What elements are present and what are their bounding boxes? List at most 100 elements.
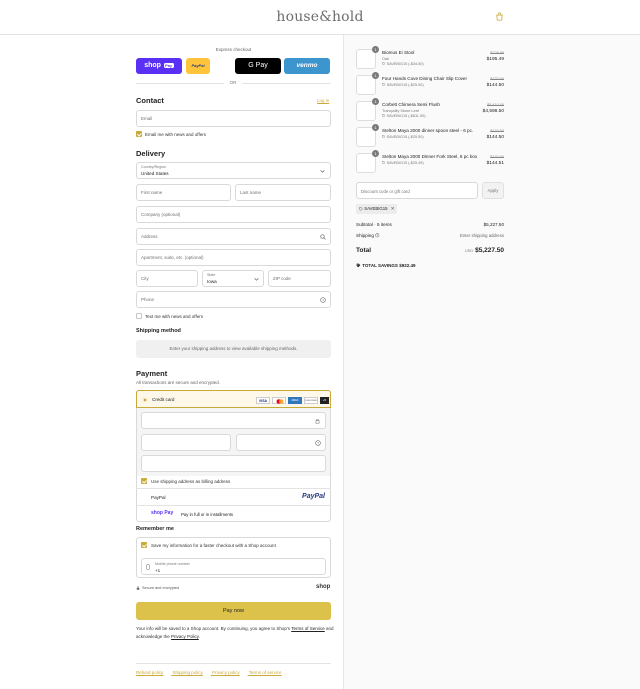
- shopping-bag-icon[interactable]: [495, 12, 504, 21]
- tag-icon: [382, 160, 386, 164]
- product-discount-text: SAVEBIG15 (-$25.49): [386, 160, 424, 165]
- security-code-field[interactable]: ?: [236, 434, 326, 451]
- shipping-policy-link[interactable]: Shipping policy: [173, 670, 203, 675]
- quantity-badge: 1: [372, 46, 379, 53]
- city-field[interactable]: City: [136, 270, 198, 287]
- phone-placeholder: Phone: [141, 297, 155, 302]
- paypal-option[interactable]: PayPal PayPal: [136, 488, 331, 505]
- remove-discount-icon[interactable]: ✕: [391, 206, 395, 211]
- product-discount: SAVEBIG15 (-$25.49): [382, 161, 424, 165]
- legal-text: Your info will be saved to a Shop accoun…: [136, 625, 336, 641]
- expiration-date-field[interactable]: [141, 434, 231, 451]
- original-price: $170.00: [490, 129, 504, 133]
- address-placeholder: Address: [141, 234, 158, 239]
- product-discount-text: SAVEBIG15 (-$811.50): [386, 114, 426, 118]
- shop-pay-option[interactable]: shop Pay Pay in full or in installments: [136, 505, 331, 522]
- zip-placeholder: ZIP code: [273, 276, 291, 281]
- svg-text:?: ?: [317, 441, 319, 445]
- help-icon[interactable]: ?: [320, 297, 326, 303]
- payment-subtitle: All transactions are secure and encrypte…: [136, 380, 221, 385]
- discounted-price: $144.50: [486, 134, 504, 140]
- save-info-checkbox[interactable]: [141, 542, 147, 548]
- discount-code-field[interactable]: Discount code or gift card: [356, 182, 478, 199]
- product-name: Four Hands Cove Dining Chair Slip Cover: [382, 76, 468, 81]
- product-discount-text: SAVEBIG15 (-$25.50): [386, 82, 424, 87]
- first-name-placeholder: First name: [141, 190, 163, 195]
- help-icon[interactable]: ?: [315, 440, 321, 446]
- discount-code-placeholder: Discount code or gift card: [361, 188, 410, 194]
- privacy-policy-footer-link[interactable]: Privacy policy: [212, 670, 240, 675]
- discounted-price: $144.50: [486, 82, 504, 88]
- secure-encrypted-text: Secure and encrypted: [142, 586, 180, 590]
- credit-card-label: Credit card: [152, 397, 175, 402]
- email-field[interactable]: Email: [136, 110, 331, 127]
- credit-card-option[interactable]: Credit card VISA AMEX DISCOVER +5: [136, 390, 331, 408]
- shipping-method-placeholder-box: Enter your shipping address to view avai…: [136, 340, 331, 358]
- google-pay-express-button[interactable]: G Pay: [235, 58, 281, 74]
- footer-divider: [136, 663, 331, 664]
- last-name-field[interactable]: Last name: [235, 184, 331, 201]
- mobile-phone-icon: [146, 564, 150, 570]
- quantity-badge: 1: [372, 150, 379, 157]
- product-discount: SAVEBIG15 (-$811.50): [382, 114, 425, 118]
- state-select[interactable]: State Iowa: [202, 270, 264, 287]
- country-value: United States: [141, 171, 169, 176]
- state-value: Iowa: [207, 279, 217, 284]
- apply-discount-button[interactable]: Apply: [482, 182, 504, 199]
- email-news-label: Email me with news and offers: [145, 131, 206, 137]
- state-label: State: [207, 273, 216, 277]
- tag-icon: [356, 263, 361, 268]
- company-field[interactable]: Company (optional): [136, 206, 331, 223]
- mobile-phone-label: Mobile phone number: [155, 562, 190, 566]
- apartment-field[interactable]: Apartment, suite, etc. (optional): [136, 249, 331, 266]
- lock-icon: [136, 586, 140, 590]
- more-cards-icon: +5: [320, 396, 329, 404]
- mobile-phone-field[interactable]: Mobile phone number +1: [141, 558, 326, 575]
- product-name: Corbett Chimera Semi Flush: [382, 102, 440, 107]
- login-link[interactable]: Log in: [317, 98, 329, 103]
- zip-field[interactable]: ZIP code: [268, 270, 331, 287]
- discounted-price: $4,598.50: [482, 108, 504, 114]
- mobile-phone-value: +1: [155, 568, 161, 573]
- name-on-card-field[interactable]: [141, 455, 326, 472]
- country-label: Country/Region: [141, 165, 166, 169]
- venmo-express-button[interactable]: venmo: [284, 58, 330, 74]
- tag-icon: [359, 206, 363, 211]
- original-price: $5,410.00: [487, 103, 504, 107]
- paypal-express-button[interactable]: PayPal: [186, 58, 210, 74]
- savings-value: $922.49: [399, 263, 416, 268]
- country-select[interactable]: Country/Region United States: [136, 162, 331, 179]
- total-label: Total: [356, 247, 372, 254]
- tag-icon: [382, 82, 386, 86]
- help-icon[interactable]: ?: [375, 233, 380, 238]
- privacy-policy-link[interactable]: Privacy Policy: [171, 634, 199, 639]
- first-name-field[interactable]: First name: [136, 184, 231, 201]
- email-news-checkbox[interactable]: [136, 131, 142, 137]
- or-divider-left: [136, 83, 224, 84]
- billing-same-checkbox[interactable]: [141, 478, 147, 484]
- paypal-logo: PayPal: [302, 493, 325, 500]
- subtotal-label: Subtotal · 5 items: [356, 222, 392, 227]
- billing-same-label: Use shipping address as billing address: [151, 478, 231, 484]
- pay-now-button[interactable]: Pay now: [136, 602, 331, 620]
- text-news-checkbox[interactable]: [136, 313, 142, 319]
- card-number-field[interactable]: [141, 412, 326, 429]
- refund-policy-link[interactable]: Refund policy: [136, 670, 163, 675]
- last-name-placeholder: Last name: [240, 190, 262, 195]
- discounted-price: $195.49: [486, 56, 504, 62]
- phone-field[interactable]: Phone ?: [136, 291, 331, 308]
- original-price: $170.00: [490, 155, 504, 159]
- terms-of-service-link[interactable]: Terms of Service: [291, 626, 325, 631]
- shipping-label-text: Shipping: [356, 233, 374, 238]
- delivery-heading: Delivery: [136, 149, 166, 158]
- address-field[interactable]: Address: [136, 228, 331, 245]
- terms-of-service-footer-link[interactable]: Terms of service: [249, 670, 282, 675]
- shipping-method-message: Enter your shipping address to view avai…: [169, 346, 298, 351]
- store-logo[interactable]: house&hold: [0, 9, 640, 25]
- credit-card-radio[interactable]: [142, 397, 148, 403]
- express-checkout-title: Express checkout: [215, 47, 252, 52]
- shop-pay-express-button[interactable]: shop Pay: [136, 58, 182, 74]
- amex-icon: AMEX: [288, 396, 302, 404]
- shop-logo: shop: [316, 584, 331, 590]
- tag-icon: [382, 134, 386, 138]
